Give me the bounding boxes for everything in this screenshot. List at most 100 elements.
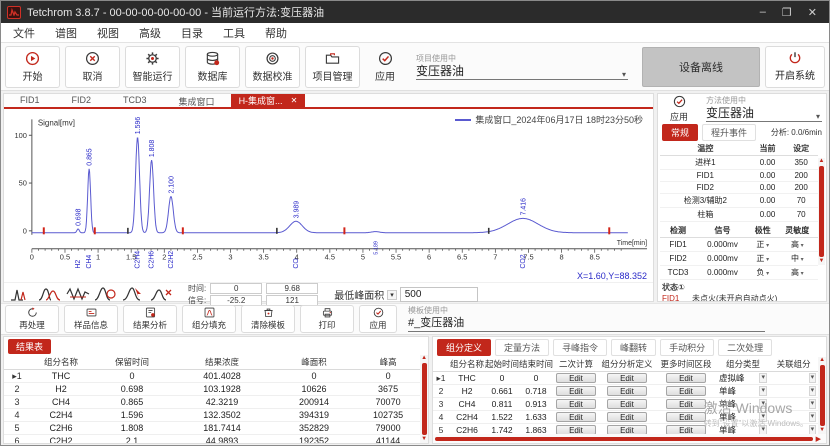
calibration-button[interactable]: 数据校准: [245, 46, 300, 88]
apply-project-button[interactable]: 应用: [365, 46, 405, 88]
smart-run-button[interactable]: 智能运行: [125, 46, 180, 88]
component-type-cell[interactable]: 单峰▾: [717, 385, 769, 398]
temperature-row[interactable]: FID10.00200: [660, 170, 818, 182]
scroll-up-icon[interactable]: ▲: [819, 357, 825, 364]
table-row[interactable]: 3CH40.86542.321920091470070: [4, 396, 420, 409]
table-cell[interactable]: 正 ▾: [749, 252, 777, 266]
result-analysis-button[interactable]: 结果分析: [123, 305, 177, 333]
method-dropdown-caret-icon[interactable]: ▾: [814, 112, 822, 121]
dropdown-caret-icon[interactable]: ▾: [809, 399, 817, 409]
detector-row[interactable]: TCD30.000mv负 ▾高 ▾: [660, 266, 818, 280]
min-peak-area-caret-icon[interactable]: ▾: [387, 290, 397, 300]
database-button[interactable]: 数据库: [185, 46, 240, 88]
related-component-cell[interactable]: ▾: [769, 385, 818, 398]
edit-button[interactable]: Edit: [666, 412, 706, 422]
apply-method-button[interactable]: 应用: [662, 95, 696, 123]
apply-template-button[interactable]: 应用: [359, 305, 397, 333]
edit-button[interactable]: Edit: [666, 399, 706, 409]
tab-fid1[interactable]: FID1: [4, 94, 56, 107]
dropdown-caret-icon[interactable]: ▾: [759, 412, 767, 422]
temperature-row[interactable]: 检测3/辅助20.0070: [660, 194, 818, 208]
tab-program-events[interactable]: 程升事件: [702, 124, 756, 141]
table-row[interactable]: ▸1THC00EditEditEdit虚拟峰▾▾: [433, 372, 818, 385]
edit-button[interactable]: Edit: [556, 399, 596, 409]
edit-button[interactable]: Edit: [607, 412, 647, 422]
definition-tab-active[interactable]: 组分定义: [437, 339, 491, 356]
dropdown-caret-icon[interactable]: ▾: [759, 399, 767, 409]
definition-tab-item[interactable]: 寻峰指令: [553, 339, 607, 356]
start-button[interactable]: 开始: [5, 46, 60, 88]
table-row[interactable]: 5C2H61.808181.741435282979000: [4, 422, 420, 435]
menu-catalog[interactable]: 目录: [181, 25, 203, 41]
min-peak-area-input[interactable]: [400, 287, 478, 302]
scroll-up-icon[interactable]: ▲: [421, 355, 427, 362]
edit-button[interactable]: Edit: [666, 373, 706, 383]
project-field-value[interactable]: 变压器油: [416, 64, 464, 79]
definition-tab-item[interactable]: 二次处理: [718, 339, 772, 356]
component-type-cell[interactable]: 虚拟峰▾: [717, 372, 769, 385]
dropdown-caret-icon[interactable]: ▾: [799, 271, 804, 277]
cancel-button[interactable]: 取消: [65, 46, 120, 88]
tab-tcd3[interactable]: TCD3: [107, 94, 163, 107]
table-cell[interactable]: 高 ▾: [777, 238, 818, 252]
tab-fid2[interactable]: FID2: [56, 94, 108, 107]
peak-split-tool-icon[interactable]: [10, 286, 34, 304]
method-field-value[interactable]: 变压器油: [706, 106, 754, 121]
edit-button[interactable]: Edit: [666, 386, 706, 396]
time-to-input[interactable]: 9.68: [266, 283, 318, 294]
table-cell[interactable]: 负 ▾: [749, 266, 777, 280]
temperature-row[interactable]: 柱箱0.0070: [660, 208, 818, 222]
scroll-down-icon[interactable]: ▼: [819, 258, 825, 265]
edit-button[interactable]: Edit: [607, 386, 647, 396]
definition-tab-item[interactable]: 手动积分: [660, 339, 714, 356]
component-fill-button[interactable]: 组分填充: [182, 305, 236, 333]
edit-button[interactable]: Edit: [556, 386, 596, 396]
chromatogram-area[interactable]: 05010000.511.522.533.544.555.566.577.588…: [4, 109, 653, 282]
scrollbar-thumb[interactable]: [820, 365, 825, 426]
dropdown-caret-icon[interactable]: ▾: [764, 243, 769, 249]
edit-button[interactable]: Edit: [556, 412, 596, 422]
scrollbar-thumb[interactable]: [819, 166, 824, 257]
time-from-input[interactable]: 0: [210, 283, 262, 294]
dropdown-caret-icon[interactable]: ▾: [764, 257, 769, 263]
power-on-button[interactable]: 开启系统: [765, 46, 825, 88]
menu-advanced[interactable]: 高级: [139, 25, 161, 41]
definition-tab-item[interactable]: 峰翻转: [611, 339, 656, 356]
table-cell[interactable]: 正 ▾: [749, 238, 777, 252]
peak-merge-tool-icon[interactable]: [38, 286, 62, 304]
chromatogram-plot[interactable]: 05010000.511.522.533.544.555.566.577.588…: [4, 109, 653, 279]
table-cell[interactable]: 中 ▾: [777, 252, 818, 266]
dropdown-caret-icon[interactable]: ▾: [799, 257, 804, 263]
dropdown-caret-icon[interactable]: ▾: [759, 373, 767, 383]
scroll-down-icon[interactable]: ▼: [819, 427, 825, 434]
tab-h-integration-active[interactable]: H-集成窗... ✕: [231, 94, 306, 107]
related-component-cell[interactable]: ▾: [769, 411, 818, 424]
definition-scrollbar[interactable]: ▲ ▼: [818, 357, 826, 434]
table-row[interactable]: 4C2H41.5221.633EditEditEdit单峰▾▾: [433, 411, 818, 424]
template-field-value[interactable]: #_变压器油: [408, 316, 464, 331]
tab-general[interactable]: 常规: [662, 124, 698, 141]
definition-hscrollbar[interactable]: ▶: [433, 434, 826, 443]
edit-button[interactable]: Edit: [556, 373, 596, 383]
clear-template-button[interactable]: 清除模板: [241, 305, 295, 333]
reprocess-button[interactable]: 再处理: [5, 305, 59, 333]
edit-button[interactable]: Edit: [607, 373, 647, 383]
method-panel-scrollbar[interactable]: ▲ ▼: [818, 158, 825, 265]
dropdown-caret-icon[interactable]: ▾: [799, 243, 804, 249]
definition-tab-item[interactable]: 定量方法: [495, 339, 549, 356]
project-dropdown-caret-icon[interactable]: ▾: [620, 70, 628, 79]
peak-lasso-tool-icon[interactable]: [94, 286, 118, 304]
scroll-right-icon[interactable]: ▶: [813, 435, 824, 443]
table-row[interactable]: 4C2H41.596132.3502394319102735: [4, 409, 420, 422]
peak-delete-tool-icon[interactable]: [150, 286, 174, 304]
close-button[interactable]: ✕: [808, 6, 817, 19]
dropdown-caret-icon[interactable]: ▾: [809, 373, 817, 383]
related-component-cell[interactable]: ▾: [769, 372, 818, 385]
edit-button[interactable]: Edit: [607, 399, 647, 409]
dropdown-caret-icon[interactable]: ▾: [809, 412, 817, 422]
menu-tools[interactable]: 工具: [223, 25, 245, 41]
results-scrollbar[interactable]: ▲ ▼: [420, 355, 428, 443]
scroll-up-icon[interactable]: ▲: [819, 158, 825, 165]
dropdown-caret-icon[interactable]: ▾: [764, 271, 769, 277]
table-cell[interactable]: 高 ▾: [777, 266, 818, 280]
